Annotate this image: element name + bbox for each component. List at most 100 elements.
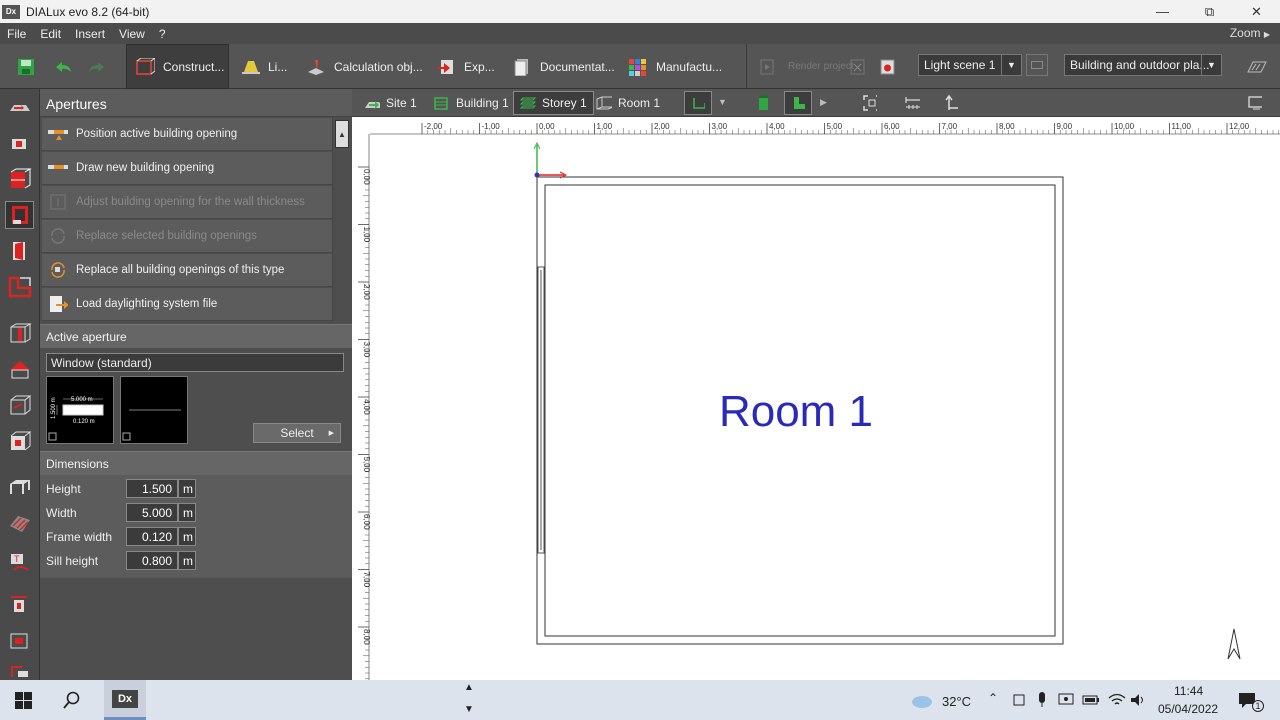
action-position-active-opening[interactable]: Position active building opening <box>42 118 332 151</box>
view-mode-dropdown[interactable]: Building and outdoor pla... ▼ <box>1064 54 1222 76</box>
tool-label-button[interactable] <box>5 589 34 617</box>
tab-manufacturers[interactable]: Manufactu... <box>628 44 722 89</box>
crumb-site[interactable]: Site 1 <box>358 91 423 115</box>
save-button[interactable] <box>16 44 36 89</box>
documentation-icon <box>514 58 528 76</box>
chevron-down-icon[interactable]: ▼ <box>464 704 474 715</box>
crumb-room[interactable]: Room 1 <box>590 91 666 115</box>
room-label[interactable]: Room 1 <box>719 387 873 436</box>
tab-export[interactable]: Exp... <box>436 44 495 89</box>
stop-render-button[interactable] <box>850 44 866 89</box>
zoom-menu[interactable]: Zoom ▶ <box>1230 26 1270 40</box>
render-settings-button[interactable] <box>880 44 896 89</box>
crumb-storey[interactable]: Storey 1 <box>513 91 594 115</box>
chevron-down-icon[interactable]: ▼ <box>718 97 727 107</box>
actions-scrollbar[interactable]: ▲ <box>332 118 350 321</box>
floor-plan-icon <box>1247 61 1267 72</box>
action-draw-new-opening[interactable]: Draw new building opening <box>42 152 332 185</box>
menu-edit[interactable]: Edit <box>33 27 68 41</box>
tool-material-button[interactable] <box>5 509 34 537</box>
floor-plan-canvas[interactable]: -2,00 -1,00 0,00 1,00 2,00 3,00 4,00 5,00 6,00 7,… <box>352 117 1280 680</box>
tool-texture-button[interactable]: T <box>5 549 34 577</box>
measure-button[interactable] <box>898 91 926 115</box>
ruler-x-label: 6,00 <box>884 122 900 131</box>
display-icon[interactable] <box>1058 693 1074 707</box>
search-icon[interactable] <box>63 691 81 709</box>
volume-icon[interactable] <box>1130 692 1146 708</box>
screen-mode-button[interactable] <box>1242 91 1268 115</box>
chevron-right-icon[interactable]: ▶ <box>820 97 827 108</box>
clock-date[interactable]: 05/04/2022 <box>1158 702 1218 716</box>
frame-width-input[interactable]: 0.120 <box>126 527 178 546</box>
3d-view-button[interactable] <box>752 91 774 115</box>
zoom-label: Zoom <box>1229 26 1261 40</box>
menu-insert[interactable]: Insert <box>68 27 112 41</box>
dialux-app-icon: Dx <box>112 690 138 708</box>
height-input[interactable]: 1.500 <box>126 479 178 498</box>
light-scene-dropdown[interactable]: Light scene 1 ▼ <box>918 54 1022 76</box>
render-project-button[interactable]: Render project <box>760 44 854 89</box>
microphone-icon[interactable] <box>1036 692 1048 708</box>
scroll-up-icon[interactable]: ▲ <box>335 120 349 148</box>
action-replace-all-openings[interactable]: Replace all building openings of this ty… <box>42 254 332 287</box>
tab-light[interactable]: Li... <box>240 44 287 89</box>
redo-button[interactable] <box>86 44 108 89</box>
tool-cut-button[interactable] <box>5 427 34 455</box>
chevron-down-icon: ▼ <box>1001 55 1021 75</box>
floor-plan-svg[interactable]: -2,00 -1,00 0,00 1,00 2,00 3,00 4,00 5,00 6,00 7,… <box>352 117 1280 680</box>
light-scene-settings-button[interactable] <box>1026 54 1048 76</box>
menu-help[interactable]: ? <box>152 27 173 41</box>
tab-export-label: Exp... <box>464 59 495 74</box>
tab-manufacturers-label: Manufactu... <box>656 59 723 74</box>
sill-height-input[interactable]: 0.800 <box>126 551 178 570</box>
floor-plan-toggle[interactable] <box>1244 44 1268 89</box>
undo-button[interactable] <box>52 44 74 89</box>
network-device-icon[interactable] <box>1012 693 1026 707</box>
tool-apertures-button[interactable] <box>5 201 34 229</box>
tool-site-button[interactable] <box>5 93 34 121</box>
tool-preview-button[interactable] <box>5 627 34 655</box>
wifi-icon[interactable] <box>1108 692 1126 708</box>
floor-plan-view-button[interactable] <box>784 91 812 115</box>
clock-time[interactable]: 11:44 <box>1174 684 1203 698</box>
minimize-icon[interactable]: — <box>1139 0 1186 23</box>
tool-ceiling-button[interactable] <box>5 319 34 347</box>
draw-mode-button[interactable] <box>684 91 712 115</box>
chevron-up-icon[interactable]: ⌃ <box>988 691 998 705</box>
taskbar-app-dialux[interactable]: Dx <box>104 680 146 720</box>
tool-room-element-button[interactable] <box>5 273 34 301</box>
material-icon <box>9 516 30 532</box>
menu-file[interactable]: File <box>0 27 33 41</box>
action-adjust-opening-wall-thickness[interactable]: Adjust building opening for the wall thi… <box>42 186 332 219</box>
chevron-up-icon[interactable]: ▲ <box>464 682 474 693</box>
tab-calculation-objects[interactable]: Calculation obj... <box>306 44 423 89</box>
windows-start-icon[interactable] <box>15 692 33 710</box>
notification-count: 1 <box>1252 700 1264 712</box>
tab-construction[interactable]: Construct... <box>126 44 229 89</box>
close-icon[interactable]: ✕ <box>1233 0 1280 23</box>
action-replace-selected-openings[interactable]: Replace selected building openings <box>42 220 332 253</box>
width-input[interactable]: 5.000 <box>126 503 178 522</box>
extrusion-icon <box>10 395 31 415</box>
ruler-x-label: 4,00 <box>769 122 785 131</box>
tool-door-button[interactable] <box>5 237 34 265</box>
aperture-type-field[interactable]: Window (standard) <box>46 353 344 372</box>
select-aperture-button[interactable]: Select ▶ <box>253 423 341 443</box>
tab-documentation[interactable]: Documentat... <box>512 44 615 89</box>
tool-storey-button[interactable] <box>5 165 34 193</box>
battery-icon[interactable] <box>1082 695 1100 705</box>
menu-view[interactable]: View <box>112 27 152 41</box>
tool-furniture-button[interactable] <box>5 473 34 501</box>
aperture-preview-front: 5.000 m 1.500 m 0.120 m <box>46 376 114 444</box>
tool-building-button[interactable] <box>5 129 34 157</box>
crumb-building[interactable]: Building 1 <box>428 91 515 115</box>
action-load-daylighting-file[interactable]: Load daylighting system file <box>42 288 332 321</box>
preview-frame-label: 0.120 m <box>73 419 95 425</box>
restore-icon[interactable]: ⧉ <box>1186 0 1233 23</box>
menu-bar: File Edit Insert View ? Zoom ▶ <box>0 23 1280 44</box>
zoom-extent-button[interactable] <box>857 91 883 115</box>
tool-extrusion-button[interactable] <box>5 391 34 419</box>
tool-more-button[interactable] <box>5 661 34 679</box>
tool-roof-button[interactable] <box>5 355 34 383</box>
coordinate-axis-button[interactable] <box>938 91 964 115</box>
